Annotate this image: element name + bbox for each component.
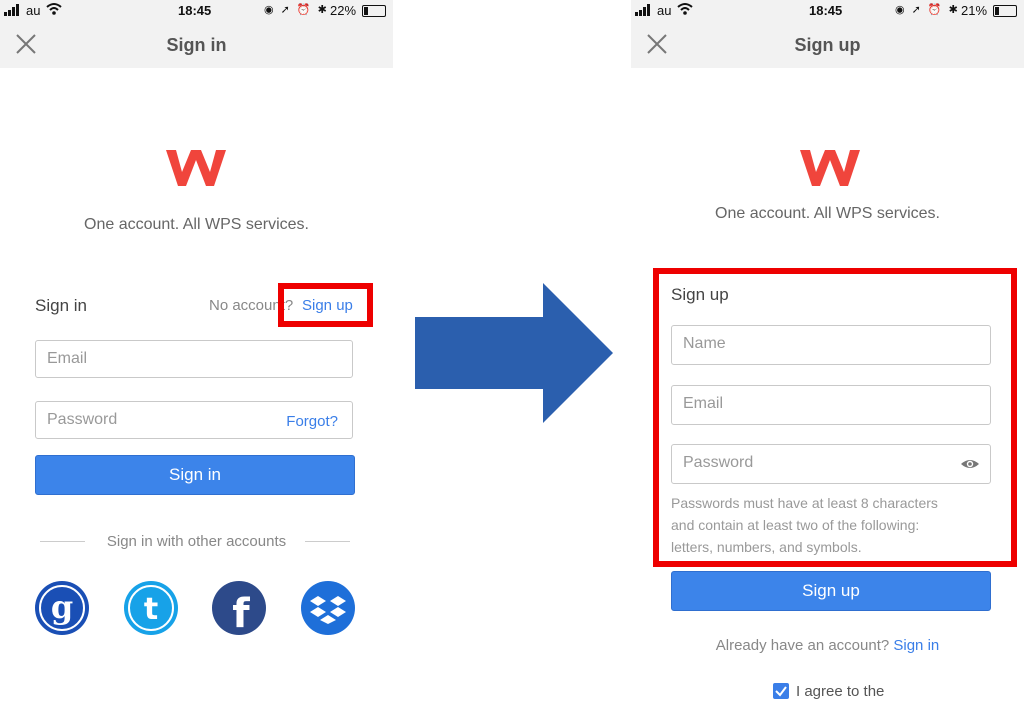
password-field[interactable]: Password [671,444,991,484]
divider-right [305,541,350,542]
tagline: One account. All WPS services. [84,216,309,233]
tagline: One account. All WPS services. [715,205,940,222]
battery-icon [362,5,386,17]
svg-text:f: f [232,591,250,636]
signup-screen: au 18:45 ◉ ➚ ⏰ ✱ 21% Sign up One account… [631,0,1024,706]
name-field[interactable]: Name [671,325,991,365]
nav-bar: Sign up [631,22,1024,68]
password-hint: Passwords must have at least 8 character… [671,492,938,558]
battery-percent: 21% [961,3,988,18]
wps-logo-icon [166,150,226,186]
signin-button[interactable]: Sign in [35,455,355,495]
facebook-icon[interactable]: f [211,580,267,636]
password-field[interactable]: Password Forgot? [35,401,353,439]
agree-text: I agree to the [796,683,885,700]
twitter-icon[interactable]: t [123,580,179,636]
section-title: Sign in [35,296,87,315]
eye-icon[interactable] [960,455,980,478]
password-hint-line: and contain at least two of the followin… [671,517,920,533]
wifi-icon [46,2,62,19]
name-placeholder: Name [683,335,726,352]
email-field[interactable]: Email [671,385,991,425]
arrow-right-icon [415,283,613,423]
have-account-text: Already have an account? [715,637,890,654]
password-placeholder: Password [47,411,118,428]
google-icon[interactable]: g [34,580,90,636]
battery-icon [993,5,1017,17]
agree-checkbox[interactable] [773,683,789,699]
status-bar: au 18:45 ◉ ➚ ⏰ ✱ 22% [0,0,393,22]
battery-percent: 22% [330,3,357,18]
nav-bar: Sign in [0,22,393,68]
svg-text:t: t [144,592,158,627]
carrier-label: au [657,3,672,18]
signin-link[interactable]: Sign in [893,637,939,654]
section-title: Sign up [671,285,729,304]
password-hint-line: letters, numbers, and symbols. [671,539,862,555]
forgot-link[interactable]: Forgot? [286,413,338,430]
signup-link[interactable]: Sign up [302,297,353,314]
email-field[interactable]: Email [35,340,353,378]
wifi-icon [677,2,693,19]
signin-screen: au 18:45 ◉ ➚ ⏰ ✱ 22% Sign in One account… [0,0,393,706]
password-placeholder: Password [683,454,754,471]
nav-title: Sign up [794,35,861,55]
wps-logo-icon [800,150,860,186]
password-hint-line: Passwords must have at least 8 character… [671,495,938,511]
signal-icon [4,4,22,19]
dropbox-icon[interactable] [300,580,356,636]
signup-button[interactable]: Sign up [671,571,991,611]
carrier-label: au [26,3,41,18]
email-placeholder: Email [47,350,88,367]
clock: 18:45 [809,3,843,18]
signal-icon [635,4,653,19]
status-bar: au 18:45 ◉ ➚ ⏰ ✱ 21% [631,0,1024,22]
status-icons: ◉ ➚ ⏰ ✱ [264,4,329,16]
clock: 18:45 [178,3,212,18]
email-placeholder: Email [683,395,724,412]
svg-text:g: g [51,588,73,626]
have-account-row: Already have an account? Sign in [631,637,1024,654]
status-icons: ◉ ➚ ⏰ ✱ [895,4,960,16]
nav-title: Sign in [166,35,227,55]
